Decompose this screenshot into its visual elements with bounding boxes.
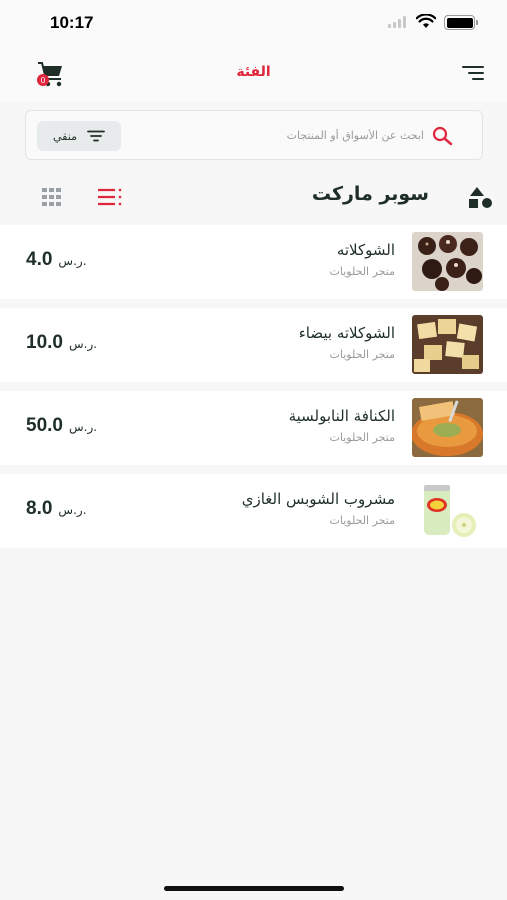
filter-icon <box>87 130 105 142</box>
product-store: متجر الحلويات <box>329 431 395 444</box>
product-store: متجر الحلويات <box>329 265 395 278</box>
grid-view-icon[interactable] <box>42 188 62 206</box>
search-input[interactable] <box>204 123 424 147</box>
product-store: متجر الحلويات <box>329 348 395 361</box>
product-item[interactable]: الشوكلاته متجر الحلويات 4.0 ر.س. <box>0 225 507 299</box>
shapes-icon <box>469 187 492 208</box>
price-currency: ر.س. <box>58 503 87 517</box>
product-name: الشوكلاته <box>336 241 395 259</box>
product-price: 8.0 ر.س. <box>26 498 87 520</box>
price-value: 8.0 <box>26 498 53 519</box>
product-name: الكنافة النابولسية <box>288 407 395 425</box>
product-item[interactable]: مشروب الشوبس الغازي متجر الحلويات 8.0 ر.… <box>0 474 507 548</box>
list-view-icon[interactable] <box>98 188 122 206</box>
battery-icon <box>444 15 478 30</box>
menu-icon[interactable] <box>461 65 485 81</box>
price-currency: ر.س. <box>68 337 98 351</box>
home-indicator[interactable] <box>164 886 344 891</box>
price-currency: ر.س. <box>58 254 87 268</box>
product-store: متجر الحلويات <box>329 514 395 527</box>
product-image <box>412 481 483 540</box>
product-image <box>412 398 483 457</box>
price-value: 4.0 <box>26 249 53 270</box>
page-title: الفئة <box>236 64 271 80</box>
section-header: سوبر ماركت <box>0 172 507 222</box>
price-value: 10.0 <box>26 332 63 353</box>
product-image <box>412 315 483 374</box>
search-icon <box>432 126 453 146</box>
price-currency: ر.س. <box>68 420 98 434</box>
nav-bar: 0 الفئة <box>0 46 507 102</box>
status-time: 10:17 <box>50 13 94 32</box>
product-name: مشروب الشوبس الغازي <box>241 490 395 508</box>
search-bar: منقي <box>25 110 483 160</box>
product-price: 50.0 ر.س. <box>26 415 97 437</box>
filter-button[interactable]: منقي <box>37 121 121 151</box>
product-item[interactable]: الشوكلاته بيضاء متجر الحلويات 10.0 ر.س. <box>0 308 507 382</box>
product-item[interactable]: الكنافة النابولسية متجر الحلويات 50.0 ر.… <box>0 391 507 465</box>
section-title: سوبر ماركت <box>311 183 429 205</box>
status-bar: 10:17 <box>0 0 507 46</box>
product-price: 4.0 ر.س. <box>26 249 87 271</box>
product-name: الشوكلاته بيضاء <box>298 324 395 342</box>
product-image <box>412 232 483 291</box>
cellular-signal-icon <box>388 16 406 28</box>
filter-button-label: منقي <box>53 129 77 143</box>
wifi-icon <box>416 14 436 28</box>
price-value: 50.0 <box>26 415 63 436</box>
product-price: 10.0 ر.س. <box>26 332 97 354</box>
